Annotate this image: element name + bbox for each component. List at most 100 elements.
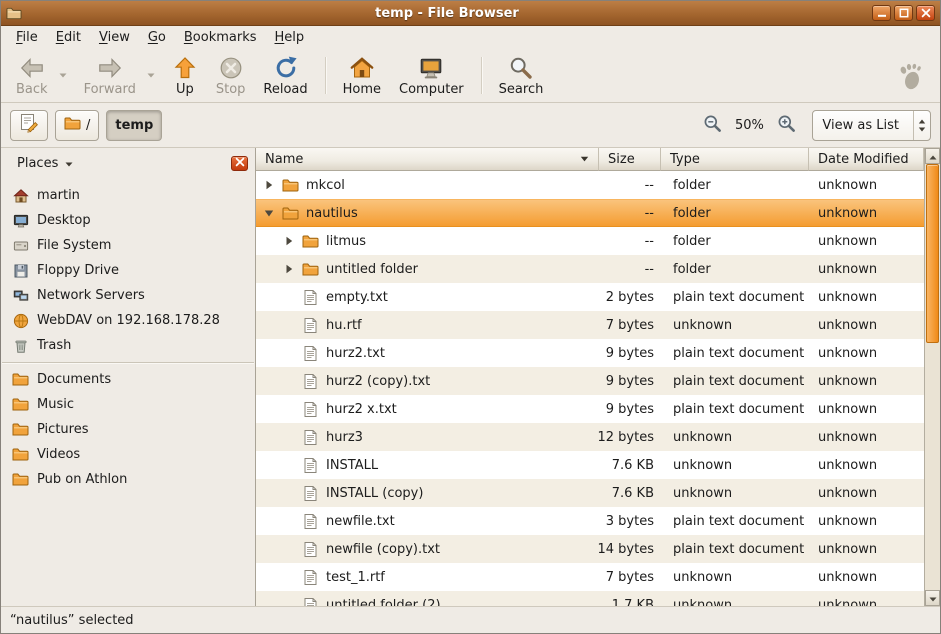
home-button-label: Home	[343, 82, 381, 97]
expander-icon[interactable]	[262, 208, 275, 218]
sidebar-item-music[interactable]: Music	[1, 392, 255, 417]
scroll-up-button[interactable]	[925, 148, 940, 164]
minimize-button[interactable]	[872, 5, 891, 21]
file-rows: mkcol--folderunknownnautilus--folderunkn…	[256, 171, 924, 606]
file-row-hu-rtf[interactable]: hu.rtf7 bytesunknownunknown	[256, 311, 924, 339]
file-row-hurz2-x-txt[interactable]: hurz2 x.txt9 bytesplain text documentunk…	[256, 395, 924, 423]
scrollbar-thumb[interactable]	[926, 164, 939, 343]
file-row-litmus[interactable]: litmus--folderunknown	[256, 227, 924, 255]
sidebar-item-martin[interactable]: martin	[1, 183, 255, 208]
date-modified-cell: unknown	[809, 199, 924, 227]
up-button[interactable]: Up	[163, 52, 207, 100]
file-row-test-1-rtf[interactable]: test_1.rtf7 bytesunknownunknown	[256, 563, 924, 591]
column-header-size[interactable]: Size	[599, 148, 661, 171]
file-row-newfile-copy-txt[interactable]: newfile (copy).txt14 bytesplain text doc…	[256, 535, 924, 563]
scroll-down-button[interactable]	[925, 590, 940, 606]
file-row-install[interactable]: INSTALL7.6 KBunknownunknown	[256, 451, 924, 479]
folder-icon	[12, 448, 29, 461]
file-row-empty-txt[interactable]: empty.txt2 bytesplain text documentunkno…	[256, 283, 924, 311]
date-modified-cell: unknown	[809, 479, 924, 507]
sidebar-item-documents[interactable]: Documents	[1, 367, 255, 392]
file-name: newfile.txt	[326, 514, 395, 529]
sidebar-item-network-servers[interactable]: Network Servers	[1, 283, 255, 308]
file-list-panel: NameSizeTypeDate Modified mkcol--folderu…	[256, 148, 940, 606]
file-row-untitled-folder[interactable]: untitled folder--folderunknown	[256, 255, 924, 283]
menu-item-file[interactable]: File	[7, 28, 47, 47]
reload-button[interactable]: Reload	[254, 52, 316, 100]
file-row-hurz2-copy-txt[interactable]: hurz2 (copy).txt9 bytesplain text docume…	[256, 367, 924, 395]
file-browser-window: temp - File Browser FileEditViewGoBookma…	[0, 0, 941, 634]
file-row-hurz3[interactable]: hurz312 bytesunknownunknown	[256, 423, 924, 451]
folder-icon	[301, 235, 320, 248]
file-row-untitled-folder-2[interactable]: untitled folder (2)1.7 KBunknownunknown	[256, 591, 924, 606]
size-cell: 7.6 KB	[599, 451, 661, 479]
places-selector[interactable]: Places	[8, 153, 82, 174]
trash-icon	[12, 338, 29, 354]
file-row-hurz2-txt[interactable]: hurz2.txt9 bytesplain text documentunkno…	[256, 339, 924, 367]
user-home-icon	[12, 188, 29, 204]
menu-item-view[interactable]: View	[90, 28, 139, 47]
text-file-icon	[301, 514, 320, 529]
file-row-install-copy[interactable]: INSTALL (copy)7.6 KBunknownunknown	[256, 479, 924, 507]
view-mode-selector[interactable]: View as List	[812, 110, 931, 141]
home-button[interactable]: Home	[334, 52, 390, 100]
sidebar-item-label: Floppy Drive	[37, 263, 119, 278]
expander-icon[interactable]	[282, 236, 295, 246]
sidebar-item-pictures[interactable]: Pictures	[1, 417, 255, 442]
search-button[interactable]: Search	[490, 52, 553, 100]
toggle-location-entry-button[interactable]	[10, 110, 48, 141]
size-cell: 14 bytes	[599, 535, 661, 563]
sidebar-item-floppy-drive[interactable]: Floppy Drive	[1, 258, 255, 283]
size-cell: --	[599, 227, 661, 255]
computer-button[interactable]: Computer	[390, 52, 473, 100]
column-header-type[interactable]: Type	[661, 148, 809, 171]
menu-item-edit[interactable]: Edit	[47, 28, 90, 47]
name-cell: untitled folder	[256, 255, 599, 283]
path-button-root[interactable]: /	[55, 110, 99, 141]
sidebar-item-pub-on-athlon[interactable]: Pub on Athlon	[1, 467, 255, 492]
expander-icon[interactable]	[262, 180, 275, 190]
zoom-in-icon	[777, 114, 796, 137]
zoom-in-button[interactable]	[774, 113, 798, 137]
close-icon	[235, 156, 245, 171]
column-header-name[interactable]: Name	[256, 148, 599, 171]
vertical-scrollbar[interactable]	[924, 148, 940, 606]
menu-item-go[interactable]: Go	[139, 28, 175, 47]
file-row-mkcol[interactable]: mkcol--folderunknown	[256, 171, 924, 199]
zoom-out-button[interactable]	[700, 113, 724, 137]
scroll-down-icon	[929, 591, 937, 606]
file-name: mkcol	[306, 178, 345, 193]
file-row-newfile-txt[interactable]: newfile.txt3 bytesplain text documentunk…	[256, 507, 924, 535]
sidebar-item-webdav-on-192-168-178-28[interactable]: WebDAV on 192.168.178.28	[1, 308, 255, 333]
folder-icon	[12, 373, 29, 386]
column-header-date-modified[interactable]: Date Modified	[809, 148, 924, 171]
toolbar-separator	[325, 57, 326, 94]
sidebar-item-trash[interactable]: Trash	[1, 333, 255, 358]
path-temp-label: temp	[115, 118, 153, 133]
name-cell: hurz2 (copy).txt	[256, 367, 599, 395]
menu-item-help[interactable]: Help	[266, 28, 314, 47]
path-button-temp[interactable]: temp	[106, 110, 162, 141]
maximize-button[interactable]	[894, 5, 913, 21]
expander-icon[interactable]	[282, 264, 295, 274]
sidebar-item-desktop[interactable]: Desktop	[1, 208, 255, 233]
type-cell: folder	[661, 227, 809, 255]
sidebar-item-videos[interactable]: Videos	[1, 442, 255, 467]
path-root-label: /	[86, 118, 90, 133]
date-modified-cell: unknown	[809, 311, 924, 339]
sidebar-close-button[interactable]	[231, 156, 248, 171]
menu-item-bookmarks[interactable]: Bookmarks	[175, 28, 266, 47]
file-name: litmus	[326, 234, 366, 249]
search-icon	[508, 55, 534, 81]
type-cell: plain text document	[661, 283, 809, 311]
window-icon[interactable]	[6, 7, 22, 20]
sidebar-item-file-system[interactable]: File System	[1, 233, 255, 258]
file-name: hurz2 (copy).txt	[326, 374, 430, 389]
floppy-icon	[12, 263, 29, 279]
close-button[interactable]	[916, 5, 935, 21]
sidebar-item-label: Pub on Athlon	[37, 472, 127, 487]
file-row-nautilus[interactable]: nautilus--folderunknown	[256, 199, 924, 227]
scrollbar-track[interactable]	[925, 164, 940, 590]
name-cell: mkcol	[256, 171, 599, 199]
size-cell: 9 bytes	[599, 339, 661, 367]
